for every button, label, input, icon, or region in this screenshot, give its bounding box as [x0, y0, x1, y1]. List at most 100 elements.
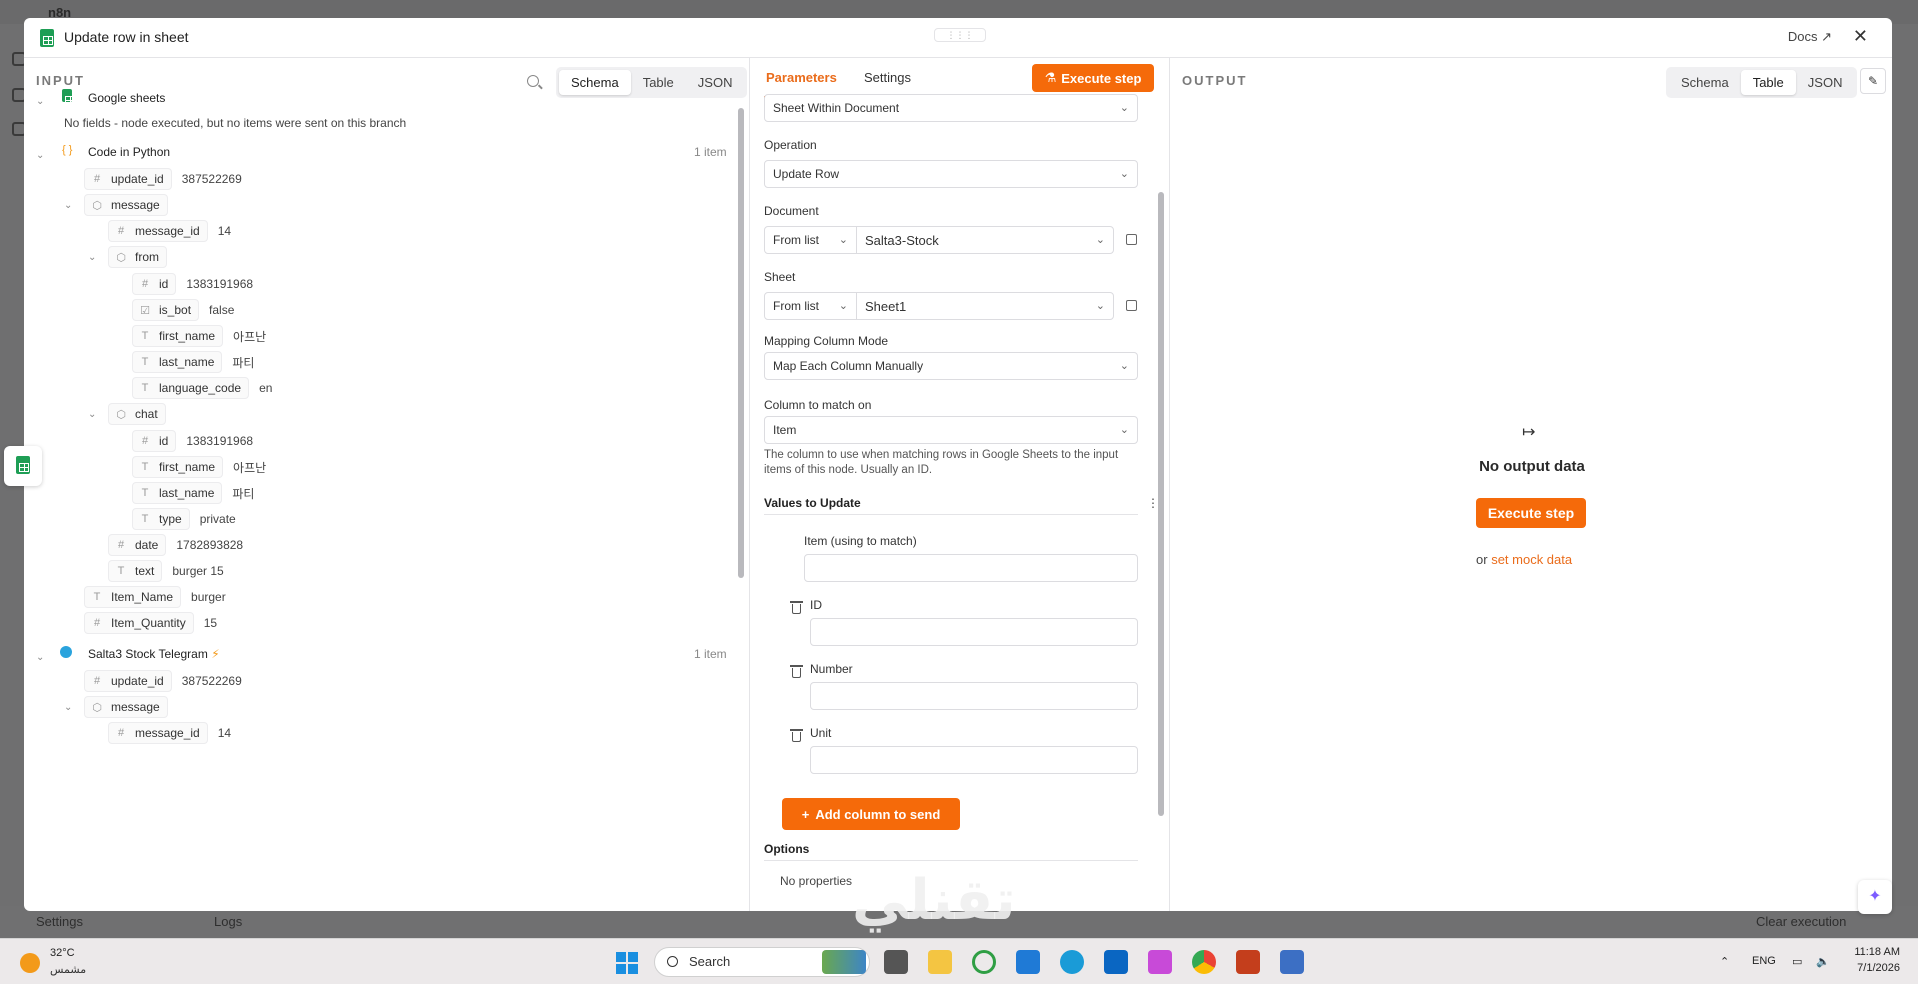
clock-date[interactable]: 7/1/2026	[1846, 962, 1900, 974]
schema-row[interactable]: Ttext burger 15	[108, 559, 224, 583]
external-link-icon[interactable]	[1126, 300, 1137, 311]
input-tab-json[interactable]: JSON	[686, 70, 745, 95]
sheet-mode-select[interactable]: From list ⌄	[765, 293, 857, 319]
schema-row[interactable]: # update_id 387522269	[84, 669, 242, 693]
number-input[interactable]	[810, 682, 1138, 710]
schema-row[interactable]: # id 1383191968	[132, 272, 253, 296]
sheet-select[interactable]: Sheet1 ⌄	[857, 293, 1113, 319]
side-node-sheets[interactable]	[4, 446, 42, 486]
set-mock-data-link[interactable]: set mock data	[1491, 552, 1572, 567]
add-column-button[interactable]: + Add column to send	[782, 798, 960, 830]
powerpoint-icon[interactable]	[1236, 950, 1260, 974]
panel-drag-handle[interactable]: ⋮⋮⋮	[934, 28, 986, 42]
docs-link[interactable]: Docs ↗	[1788, 29, 1832, 45]
taskbar-search-label: Search	[689, 954, 731, 969]
object-type-icon: ⬡	[92, 701, 102, 714]
node-code-python[interactable]: Code in Python	[88, 145, 170, 159]
node-google-sheets[interactable]: Google sheets	[88, 91, 165, 105]
output-tab-json[interactable]: JSON	[1796, 70, 1855, 95]
chrome-browser-icon[interactable]	[1192, 950, 1216, 974]
tool-app-icon[interactable]	[1148, 950, 1172, 974]
schema-row[interactable]: ⬡ chat	[108, 402, 166, 426]
refresh-app-icon[interactable]	[972, 950, 996, 974]
mapping-mode-value: Map Each Column Manually	[773, 359, 924, 373]
input-tab-table[interactable]: Table	[631, 70, 686, 95]
schema-row[interactable]: ⬡ from	[108, 245, 167, 269]
tab-parameters[interactable]: Parameters	[766, 70, 837, 85]
match-column-value: Item	[773, 423, 797, 437]
field-value: 14	[217, 726, 232, 740]
operation-select[interactable]: Update Row ⌄	[764, 160, 1138, 188]
docs-label: Docs	[1787, 29, 1818, 44]
document-mode-select[interactable]: From list ⌄	[765, 227, 857, 253]
number-type-icon: #	[141, 435, 149, 447]
trash-icon[interactable]	[790, 601, 803, 614]
photo-icon[interactable]	[822, 950, 866, 974]
schema-row[interactable]: Tlanguage_code en	[132, 376, 272, 400]
chevron-down-icon[interactable]: ⌄	[64, 702, 72, 713]
schema-row[interactable]: # message_id 14	[108, 721, 231, 745]
sun-icon[interactable]	[20, 953, 40, 973]
file-explorer-icon[interactable]	[928, 950, 952, 974]
schema-row[interactable]: Tfirst_name 아프난	[132, 324, 266, 348]
snip-tool-icon[interactable]	[1016, 950, 1040, 974]
network-icon[interactable]: ▭	[1792, 955, 1802, 968]
schema-row[interactable]: ⬡ message	[84, 193, 168, 217]
document-select[interactable]: Salta3-Stock ⌄	[857, 227, 1113, 253]
language-indicator[interactable]: ENG	[1752, 955, 1776, 967]
schema-row[interactable]: Ttype private	[132, 507, 236, 531]
modal-title: Update row in sheet	[64, 29, 189, 45]
divider	[764, 514, 1138, 515]
ai-assistant-sparkle-icon[interactable]: ✦	[1858, 880, 1892, 914]
schema-row[interactable]: ☑ is_bot false	[132, 298, 234, 322]
schema-row[interactable]: T Item_Name burger	[84, 585, 226, 609]
unit-input[interactable]	[810, 746, 1138, 774]
chevron-down-icon[interactable]: ⌄	[88, 252, 96, 263]
chevron-down-icon[interactable]: ⌄	[88, 409, 96, 420]
node-telegram[interactable]: Salta3 Stock Telegram ⚡	[88, 647, 220, 661]
schema-row[interactable]: Tlast_name 파티	[132, 481, 254, 505]
match-column-select[interactable]: Item ⌄	[764, 416, 1138, 444]
linkedin-icon[interactable]	[1104, 950, 1128, 974]
tab-settings[interactable]: Settings	[864, 70, 911, 85]
network-app-icon[interactable]	[1280, 950, 1304, 974]
mapping-mode-select[interactable]: Map Each Column Manually ⌄	[764, 352, 1138, 380]
trash-icon[interactable]	[790, 665, 803, 678]
close-button[interactable]: ✕	[1853, 26, 1868, 47]
schema-row[interactable]: Tlast_name 파티	[132, 350, 254, 374]
chevron-down-icon: ⌄	[1119, 424, 1129, 436]
output-tab-schema[interactable]: Schema	[1669, 70, 1741, 95]
input-tab-schema[interactable]: Schema	[559, 70, 631, 95]
output-execute-step-button[interactable]: Execute step	[1476, 498, 1586, 528]
edge-browser-icon[interactable]	[1060, 950, 1084, 974]
schema-row[interactable]: ⬡ message	[84, 695, 168, 719]
schema-row[interactable]: # date 1782893828	[108, 533, 243, 557]
clock-time[interactable]: 11:18 AM	[1846, 946, 1900, 958]
search-icon[interactable]	[527, 75, 539, 87]
output-tab-table[interactable]: Table	[1740, 70, 1796, 95]
external-link-icon[interactable]	[1126, 234, 1137, 245]
chevron-down-icon[interactable]: ⌄	[36, 96, 44, 107]
clear-execution-label: Clear execution	[1756, 914, 1847, 929]
id-input[interactable]	[810, 618, 1138, 646]
field-value: 1782893828	[176, 538, 244, 552]
schema-row[interactable]: # Item_Quantity 15	[84, 611, 217, 635]
execute-step-button[interactable]: ⚗ Execute step	[1032, 64, 1154, 92]
trash-icon[interactable]	[790, 729, 803, 742]
item-input[interactable]	[804, 554, 1138, 582]
edit-pencil-icon[interactable]: ✎	[1860, 68, 1886, 94]
schema-row[interactable]: # id 1383191968	[132, 429, 253, 453]
schema-row[interactable]: # message_id 14	[108, 219, 231, 243]
chevron-down-icon[interactable]: ⌄	[64, 200, 72, 211]
chevron-down-icon[interactable]: ⌄	[36, 652, 44, 663]
sheet-within-select[interactable]: Sheet Within Document ⌄	[764, 94, 1138, 122]
parameters-scrollbar[interactable]	[1158, 192, 1164, 816]
volume-icon[interactable]: 🔈	[1816, 955, 1830, 968]
input-scrollbar[interactable]	[738, 108, 744, 578]
video-app-icon[interactable]	[884, 950, 908, 974]
schema-row[interactable]: Tfirst_name 아프난	[132, 455, 266, 479]
chevron-up-icon[interactable]: ⌃	[1720, 955, 1729, 968]
chevron-down-icon[interactable]: ⌄	[36, 150, 44, 161]
schema-row[interactable]: # update_id 387522269	[84, 167, 242, 191]
windows-start-icon[interactable]	[616, 952, 638, 974]
